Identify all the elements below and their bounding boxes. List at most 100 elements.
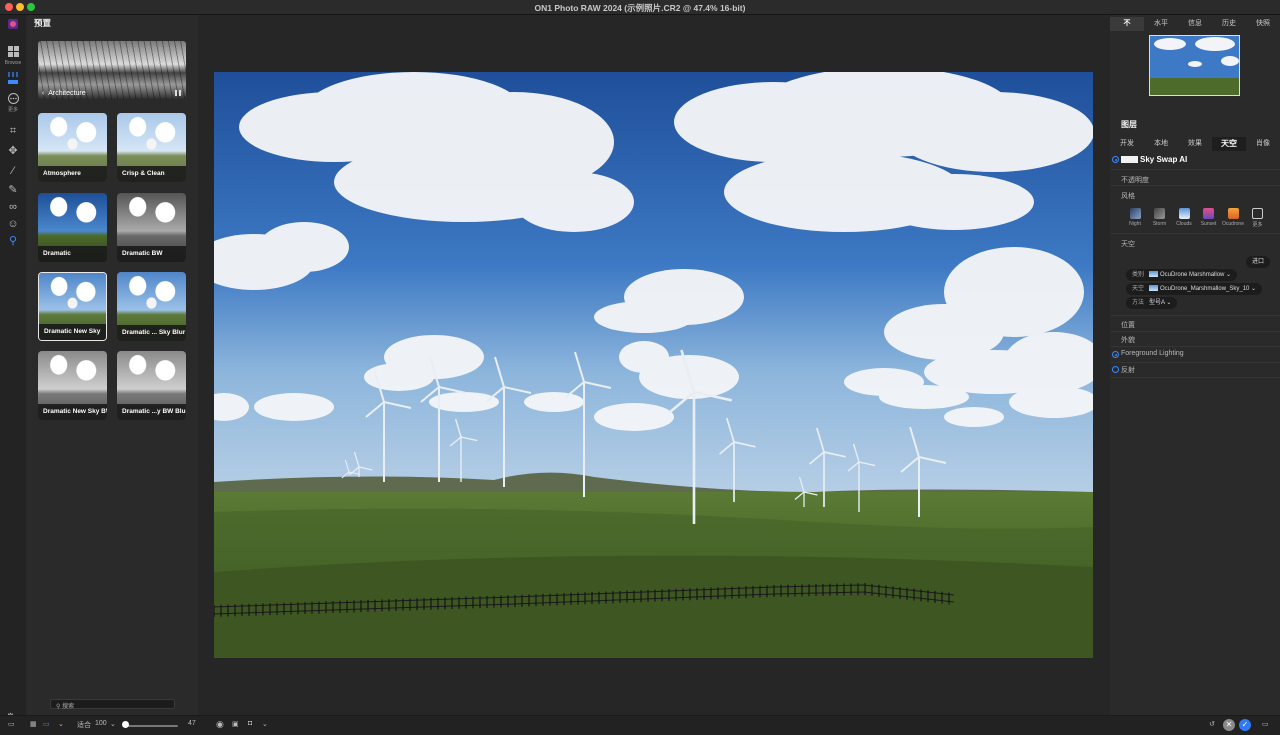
module-tabs: 开发 本地 效果 天空 肖像 bbox=[1110, 137, 1280, 151]
position-section[interactable]: 位置 bbox=[1121, 320, 1135, 330]
photo-preview[interactable] bbox=[214, 72, 1093, 658]
sky-style-button[interactable]: Storm bbox=[1149, 208, 1171, 227]
preview-eye-icon[interactable]: ◉ bbox=[216, 719, 224, 730]
sky-style-button[interactable]: Night bbox=[1124, 208, 1146, 227]
mask-view-icon[interactable]: ◘ bbox=[248, 720, 252, 727]
transform-tool-icon[interactable]: ✥ bbox=[4, 145, 22, 157]
zoom-value[interactable]: 100 bbox=[95, 720, 107, 727]
tab-info-3[interactable]: 历史 bbox=[1212, 17, 1246, 31]
view-dropdown-icon[interactable]: ⌄ bbox=[58, 720, 64, 728]
browse-button[interactable]: Browse bbox=[4, 46, 22, 66]
sky-style-label: Clouds bbox=[1176, 221, 1192, 227]
apply-button[interactable]: ✓ bbox=[1239, 719, 1251, 731]
layers-title: 图层 bbox=[1121, 120, 1137, 129]
tab-info-2[interactable]: 信息 bbox=[1178, 17, 1212, 31]
sky-style-label: Sunset bbox=[1200, 221, 1217, 227]
preset-tile[interactable]: Dramatic BW bbox=[117, 193, 186, 262]
zoom-slider-knob[interactable] bbox=[122, 721, 129, 728]
preset-tile[interactable]: Dramatic ...y BW Blur bbox=[117, 351, 186, 420]
preset-tile[interactable]: Dramatic ... Sky Blur bbox=[117, 272, 186, 341]
sky-swap-toggle[interactable] bbox=[1112, 156, 1119, 163]
reflection-section[interactable]: 反射 bbox=[1121, 365, 1135, 375]
preset-label: Dramatic BW bbox=[117, 246, 186, 262]
zoom-dropdown-icon[interactable]: ⌄ bbox=[110, 720, 116, 728]
reset-icon[interactable]: ↺ bbox=[1209, 720, 1215, 728]
grid-view-icon[interactable] bbox=[175, 90, 181, 96]
tab-module-2[interactable]: 效果 bbox=[1178, 137, 1212, 151]
reflection-toggle[interactable] bbox=[1112, 366, 1119, 373]
tab-info-0[interactable]: 不 bbox=[1110, 17, 1144, 31]
preset-tile[interactable]: Dramatic New Sky BW bbox=[38, 351, 107, 420]
layer-mask-thumbnail bbox=[1121, 156, 1138, 163]
sky-style-icon bbox=[1227, 208, 1239, 219]
sky-style-icon bbox=[1129, 208, 1141, 219]
category-select[interactable]: 类别 OcuDrone Marshmallow ⌄ bbox=[1126, 269, 1238, 281]
tab-module-4[interactable]: 肖像 bbox=[1246, 137, 1280, 151]
window-title: ON1 Photo RAW 2024 (示例照片.CR2 @ 47.4% 16-… bbox=[534, 3, 746, 13]
cancel-button[interactable]: ✕ bbox=[1223, 719, 1235, 731]
more-icon bbox=[7, 93, 19, 104]
preset-label: Dramatic ...y BW Blur bbox=[117, 404, 186, 420]
browse-label: Browse bbox=[4, 60, 22, 66]
info-tabs: 不水平 信息 历史 快照 bbox=[1110, 17, 1280, 31]
tab-module-1[interactable]: 本地 bbox=[1144, 137, 1178, 151]
preset-label: Dramatic New Sky bbox=[39, 324, 106, 340]
foreground-lighting-toggle[interactable] bbox=[1112, 351, 1119, 358]
more-styles-icon bbox=[1252, 208, 1263, 219]
sliders-icon bbox=[8, 72, 18, 84]
clone-tool-icon[interactable]: ∞ bbox=[4, 201, 22, 213]
navigator-thumbnail[interactable] bbox=[1149, 35, 1240, 96]
more-label: 更多 bbox=[7, 107, 18, 113]
category-banner[interactable]: ‹ Architecture bbox=[38, 41, 186, 99]
method-select[interactable]: 方法 型号A ⌄ bbox=[1126, 297, 1178, 309]
sky-swap-header[interactable]: Sky Swap AI bbox=[1112, 154, 1280, 166]
bottom-bar: ▭ ▦ ▭ ⌄ 适合 100 ⌄ 47 ◉ ▣ ◘ ⌄ ↺ ✕ ✓ ▭ bbox=[0, 715, 1280, 735]
import-button[interactable]: 进口 bbox=[1246, 256, 1271, 268]
sky-style-label: Storm bbox=[1152, 221, 1167, 227]
edit-sliders-button[interactable] bbox=[4, 71, 22, 88]
crop-tool-icon[interactable]: ⌗ bbox=[4, 125, 22, 137]
portrait-tool-icon[interactable]: ☺ bbox=[4, 218, 22, 230]
grid-icon bbox=[7, 46, 19, 57]
retouch-tool-icon[interactable]: ✎ bbox=[4, 184, 22, 196]
sky-style-icon bbox=[1154, 208, 1165, 219]
toggle-right-panel-icon[interactable]: ▭ bbox=[1262, 720, 1269, 728]
preset-label: Dramatic bbox=[38, 246, 107, 262]
appearance-section[interactable]: 外貌 bbox=[1121, 335, 1135, 345]
preset-tile[interactable]: Dramatic bbox=[38, 193, 107, 262]
tab-info-1[interactable]: 水平 bbox=[1144, 17, 1178, 31]
tab-info-4[interactable]: 快照 bbox=[1246, 17, 1280, 31]
app-logo-icon bbox=[4, 18, 22, 33]
compare-icon[interactable]: ▣ bbox=[232, 720, 239, 728]
presets-panel: 预置 ‹ Architecture Atmosphere Crisp & Clea… bbox=[26, 15, 198, 715]
sky-style-icon bbox=[1203, 208, 1214, 219]
preset-tile[interactable]: Dramatic New Sky bbox=[38, 272, 107, 341]
title-bar: ON1 Photo RAW 2024 (示例照片.CR2 @ 47.4% 16-… bbox=[0, 0, 1280, 15]
brush-tool-icon[interactable]: ⁄ bbox=[4, 165, 22, 177]
sky-select[interactable]: 天空 OcuDrone_Marshmallow_Sky_10 ⌄ bbox=[1126, 283, 1263, 295]
toggle-panel-icon[interactable]: ▭ bbox=[8, 720, 15, 728]
grid-view-button[interactable]: ▦ bbox=[30, 720, 37, 728]
more-button[interactable]: 更多 bbox=[4, 93, 22, 113]
tab-module-3[interactable]: 天空 bbox=[1212, 137, 1246, 151]
sky-style-button[interactable]: Clouds bbox=[1173, 208, 1195, 227]
sky-style-button[interactable]: Ocudrone bbox=[1222, 208, 1244, 227]
zoom-slider[interactable] bbox=[124, 725, 178, 727]
tab-module-0[interactable]: 开发 bbox=[1110, 137, 1144, 151]
preset-label: Dramatic New Sky BW bbox=[38, 404, 107, 420]
zoom-tool-icon[interactable]: ⚲ bbox=[4, 235, 22, 247]
mask-dropdown-icon[interactable]: ⌄ bbox=[262, 720, 268, 728]
opacity-label[interactable]: 不透明度 bbox=[1121, 175, 1149, 185]
single-view-button[interactable]: ▭ bbox=[43, 720, 50, 728]
fit-button[interactable]: 适合 bbox=[77, 720, 91, 730]
foreground-lighting-section[interactable]: Foreground Lighting bbox=[1121, 350, 1184, 357]
sky-style-button[interactable]: 更多 bbox=[1247, 208, 1269, 228]
sky-style-button[interactable]: Sunset bbox=[1198, 208, 1220, 227]
preset-search-input[interactable]: ⚲ 搜索 bbox=[50, 699, 175, 710]
preset-tile[interactable]: Atmosphere bbox=[38, 113, 107, 182]
zoom-slider-value: 47 bbox=[188, 720, 196, 727]
image-canvas[interactable] bbox=[198, 15, 1110, 715]
sky-section-label: 天空 bbox=[1121, 241, 1135, 248]
preset-tile[interactable]: Crisp & Clean bbox=[117, 113, 186, 182]
preset-label: Crisp & Clean bbox=[117, 166, 186, 182]
